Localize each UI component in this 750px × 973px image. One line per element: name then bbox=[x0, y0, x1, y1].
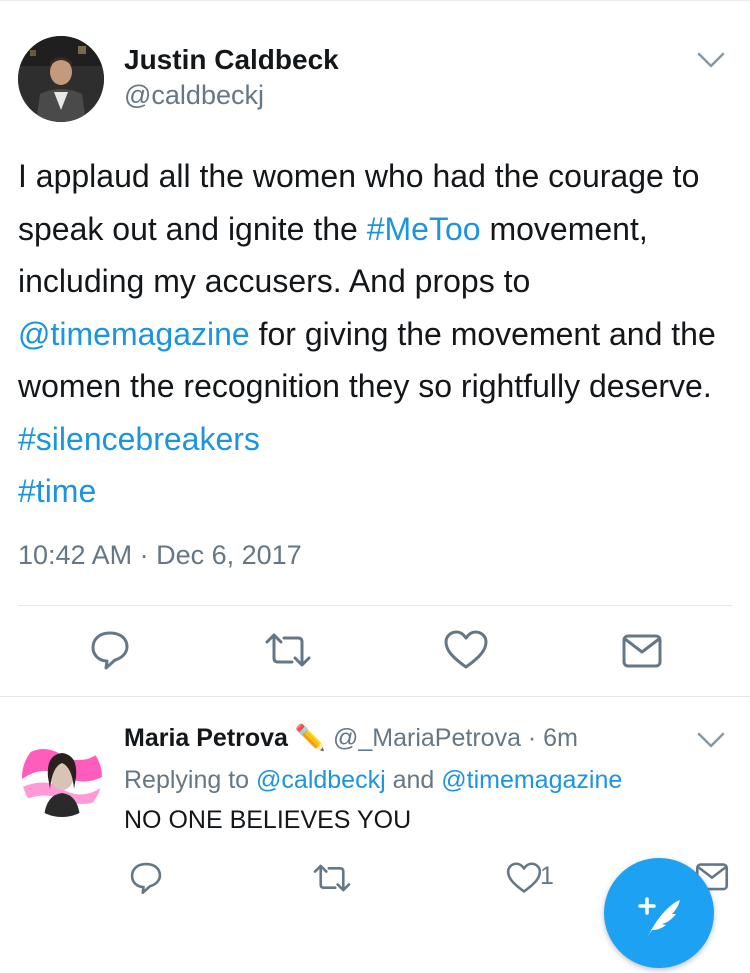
hashtag-link[interactable]: #silencebreakers bbox=[18, 421, 260, 457]
share-button[interactable] bbox=[616, 624, 668, 676]
like-icon bbox=[506, 862, 542, 893]
chevron-down-icon[interactable] bbox=[696, 730, 726, 750]
divider bbox=[18, 605, 732, 606]
replying-and: and bbox=[385, 766, 442, 794]
reply-text: NO ONE BELIEVES YOU bbox=[124, 806, 412, 834]
reply-button[interactable] bbox=[84, 624, 136, 676]
avatar-photo bbox=[22, 737, 102, 817]
reply-icon bbox=[91, 631, 129, 670]
avatar[interactable] bbox=[18, 36, 104, 122]
like-count: 1 bbox=[540, 862, 554, 890]
replying-to: Replying to @caldbeckj and @timemagazine bbox=[124, 766, 622, 795]
retweet-button[interactable] bbox=[262, 624, 314, 676]
avatar-photo bbox=[18, 36, 104, 122]
replying-prefix: Replying to bbox=[124, 766, 257, 794]
mention-link[interactable]: @timemagazine bbox=[18, 316, 250, 352]
pencil-icon: ✏️ bbox=[294, 724, 327, 752]
avatar[interactable] bbox=[22, 737, 102, 817]
share-icon bbox=[622, 634, 662, 668]
author-name[interactable]: Justin Caldbeck bbox=[124, 44, 339, 76]
retweet-icon bbox=[313, 864, 351, 892]
mention-link[interactable]: @timemagazine bbox=[441, 766, 622, 794]
reply-author-name[interactable]: Maria Petrova bbox=[124, 724, 288, 752]
hashtag-link[interactable]: #time bbox=[18, 473, 96, 509]
tweet-timestamp[interactable]: 10:42 AM · Dec 6, 2017 bbox=[18, 540, 302, 571]
retweet-icon bbox=[265, 633, 311, 667]
retweet-button[interactable] bbox=[306, 852, 358, 904]
reply-handle-time[interactable]: @_MariaPetrova · 6m bbox=[333, 724, 578, 752]
compose-tweet-button[interactable] bbox=[604, 858, 714, 968]
divider bbox=[0, 696, 750, 697]
hashtag-link[interactable]: #MeToo bbox=[367, 211, 481, 247]
reply-icon bbox=[130, 862, 162, 895]
like-button[interactable] bbox=[440, 624, 492, 676]
chevron-down-icon[interactable] bbox=[696, 50, 726, 70]
reply-button[interactable] bbox=[120, 852, 172, 904]
compose-feather-icon bbox=[638, 897, 680, 936]
like-icon bbox=[444, 630, 488, 669]
mention-link[interactable]: @caldbeckj bbox=[256, 766, 386, 794]
top-border bbox=[0, 0, 750, 1]
author-handle[interactable]: @caldbeckj bbox=[124, 80, 264, 111]
tweet-text: I applaud all the women who had the cour… bbox=[18, 150, 738, 518]
reply-header: Maria Petrova ✏️ @_MariaPetrova · 6m bbox=[124, 724, 578, 753]
